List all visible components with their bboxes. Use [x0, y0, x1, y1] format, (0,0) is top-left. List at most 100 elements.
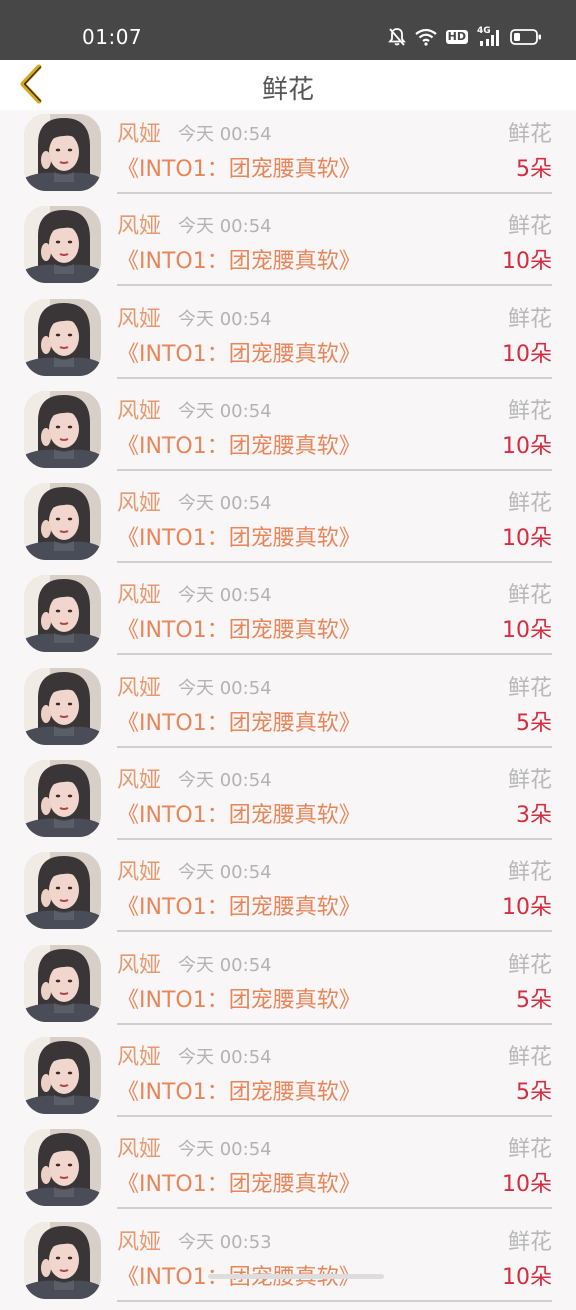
user-name: 风娅 [117, 1229, 162, 1255]
gift-record-list[interactable]: 风娅 今天 00:54 鲜花 《INTO1：团宠腰真软》 5朵 风娅 今天 00… [0, 110, 576, 1310]
gift-count: 5朵 [516, 157, 552, 182]
gift-type: 鲜花 [507, 491, 552, 517]
list-item[interactable]: 风娅 今天 00:54 鲜花 《INTO1：团宠腰真软》 10朵 [0, 202, 576, 294]
list-item[interactable]: 风娅 今天 00:54 鲜花 《INTO1：团宠腰真软》 10朵 [0, 848, 576, 940]
list-item[interactable]: 风娅 今天 00:54 鲜花 《INTO1：团宠腰真软》 10朵 [0, 295, 576, 387]
avatar[interactable] [24, 1221, 101, 1299]
list-item[interactable]: 风娅 今天 00:54 鲜花 《INTO1：团宠腰真软》 10朵 [0, 1125, 576, 1217]
user-name: 风娅 [117, 491, 162, 517]
timestamp: 今天 00:54 [178, 1139, 272, 1161]
avatar[interactable] [24, 852, 101, 930]
avatar[interactable] [24, 390, 101, 468]
work-title[interactable]: 《INTO1：团宠腰真软》 [117, 986, 361, 1016]
gift-count: 10朵 [502, 341, 552, 367]
timestamp: 今天 00:54 [178, 308, 272, 330]
work-title[interactable]: 《INTO1：团宠腰真软》 [117, 1170, 361, 1200]
avatar[interactable] [24, 1129, 101, 1207]
gift-count: 3朵 [516, 803, 552, 829]
row-content: 风娅 今天 00:54 鲜花 《INTO1：团宠腰真软》 3朵 [117, 756, 552, 841]
avatar[interactable] [24, 1036, 101, 1114]
work-title[interactable]: 《INTO1：团宠腰真软》 [117, 1078, 361, 1108]
list-item[interactable]: 风娅 今天 00:54 鲜花 《INTO1：团宠腰真软》 3朵 [0, 756, 576, 848]
list-item[interactable]: 风娅 今天 00:54 鲜花 《INTO1：团宠腰真软》 5朵 [0, 110, 576, 202]
work-title[interactable]: 《INTO1：团宠腰真软》 [117, 524, 361, 554]
avatar[interactable] [24, 667, 101, 745]
gift-count: 5朵 [516, 710, 552, 736]
avatar[interactable] [24, 575, 101, 653]
row-content: 风娅 今天 00:54 鲜花 《INTO1：团宠腰真软》 10朵 [117, 571, 552, 656]
gift-count: 10朵 [502, 895, 552, 921]
timestamp: 今天 00:54 [178, 677, 272, 699]
row-content: 风娅 今天 00:54 鲜花 《INTO1：团宠腰真软》 10朵 [117, 387, 552, 471]
timestamp: 今天 00:54 [178, 400, 272, 422]
avatar[interactable] [24, 298, 101, 376]
user-name: 风娅 [117, 583, 162, 609]
timestamp: 今天 00:54 [178, 585, 272, 607]
hd-icon: HD [445, 30, 468, 44]
signal-4g-icon: 4G [477, 26, 501, 47]
mute-bell-icon [387, 27, 406, 47]
gift-type: 鲜花 [507, 214, 552, 240]
row-content: 风娅 今天 00:54 鲜花 《INTO1：团宠腰真软》 10朵 [117, 1125, 552, 1210]
list-item[interactable]: 风娅 今天 00:54 鲜花 《INTO1：团宠腰真软》 5朵 [0, 1033, 576, 1125]
status-time: 01:07 [82, 25, 143, 49]
nav-bar: 鲜花 [0, 60, 576, 110]
gift-count: 10朵 [502, 1172, 552, 1198]
list-item[interactable]: 风娅 今天 00:54 鲜花 《INTO1：团宠腰真软》 5朵 [0, 664, 576, 756]
gift-count: 5朵 [516, 987, 552, 1013]
gift-type: 鲜花 [507, 583, 552, 609]
user-name: 风娅 [117, 1044, 162, 1070]
user-name: 风娅 [117, 1137, 162, 1163]
avatar[interactable] [24, 483, 101, 561]
timestamp: 今天 00:54 [178, 862, 272, 884]
gift-type: 鲜花 [507, 768, 552, 794]
gift-type: 鲜花 [507, 398, 552, 424]
timestamp: 今天 00:53 [178, 1231, 272, 1253]
gift-count: 10朵 [502, 433, 552, 459]
work-title[interactable]: 《INTO1：团宠腰真软》 [117, 340, 361, 370]
gift-type: 鲜花 [507, 1137, 552, 1163]
user-name: 风娅 [117, 675, 162, 701]
row-content: 风娅 今天 00:54 鲜花 《INTO1：团宠腰真软》 5朵 [117, 110, 552, 194]
timestamp: 今天 00:54 [178, 1046, 272, 1068]
gift-count: 10朵 [502, 618, 552, 644]
work-title[interactable]: 《INTO1：团宠腰真软》 [117, 432, 361, 462]
work-title[interactable]: 《INTO1：团宠腰真软》 [117, 247, 361, 277]
list-item[interactable]: 风娅 今天 00:54 鲜花 《INTO1：团宠腰真软》 5朵 [0, 941, 576, 1033]
timestamp: 今天 00:54 [178, 124, 272, 145]
status-bar: 01:07 HD 4G [0, 0, 576, 60]
list-item[interactable]: 风娅 今天 00:54 鲜花 《INTO1：团宠腰真软》 10朵 [0, 571, 576, 663]
avatar[interactable] [24, 114, 101, 191]
user-name: 风娅 [117, 768, 162, 794]
row-content: 风娅 今天 00:54 鲜花 《INTO1：团宠腰真软》 10朵 [117, 848, 552, 933]
timestamp: 今天 00:54 [178, 770, 272, 792]
timestamp: 今天 00:54 [178, 493, 272, 515]
gift-type: 鲜花 [507, 122, 552, 147]
status-icons: HD 4G [387, 24, 542, 50]
avatar[interactable] [24, 206, 101, 284]
page-title: 鲜花 [261, 75, 314, 105]
avatar[interactable] [24, 760, 101, 838]
gift-count: 10朵 [502, 1264, 552, 1290]
timestamp: 今天 00:54 [178, 216, 272, 238]
user-name: 风娅 [117, 306, 162, 332]
user-name: 风娅 [117, 122, 162, 147]
row-content: 风娅 今天 00:54 鲜花 《INTO1：团宠腰真软》 10朵 [117, 479, 552, 564]
gift-type: 鲜花 [507, 1229, 552, 1255]
work-title[interactable]: 《INTO1：团宠腰真软》 [117, 801, 361, 831]
wifi-icon [414, 28, 437, 46]
user-name: 风娅 [117, 952, 162, 978]
work-title[interactable]: 《INTO1：团宠腰真软》 [117, 709, 361, 739]
battery-icon [510, 28, 542, 46]
avatar[interactable] [24, 944, 101, 1022]
list-item[interactable]: 风娅 今天 00:53 鲜花 《INTO1：团宠腰真软》 10朵 [0, 1218, 576, 1310]
work-title[interactable]: 《INTO1：团宠腰真软》 [117, 155, 361, 185]
gift-type: 鲜花 [507, 306, 552, 332]
work-title[interactable]: 《INTO1：团宠腰真软》 [117, 616, 361, 646]
work-title[interactable]: 《INTO1：团宠腰真软》 [117, 893, 361, 923]
row-content: 风娅 今天 00:53 鲜花 《INTO1：团宠腰真软》 10朵 [117, 1218, 552, 1302]
gift-type: 鲜花 [507, 1044, 552, 1070]
list-item[interactable]: 风娅 今天 00:54 鲜花 《INTO1：团宠腰真软》 10朵 [0, 387, 576, 479]
gift-count: 10朵 [502, 526, 552, 552]
list-item[interactable]: 风娅 今天 00:54 鲜花 《INTO1：团宠腰真软》 10朵 [0, 479, 576, 571]
